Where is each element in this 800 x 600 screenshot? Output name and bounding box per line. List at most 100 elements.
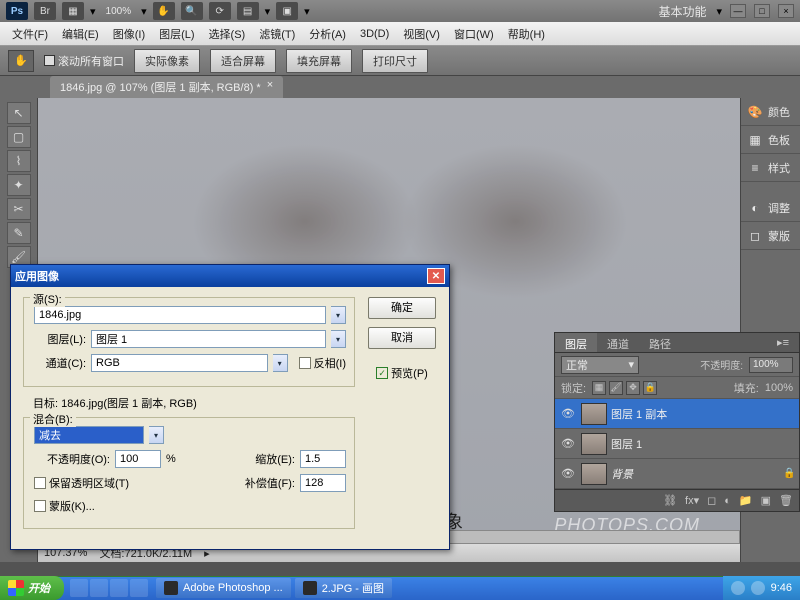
layer-name[interactable]: 图层 1 xyxy=(611,436,642,452)
dropdown-icon[interactable]: ▾ xyxy=(273,354,288,372)
print-size-button[interactable]: 打印尺寸 xyxy=(362,49,428,73)
tray-icon[interactable] xyxy=(731,581,745,595)
invert-checkbox[interactable]: 反相(I) xyxy=(299,355,346,371)
dialog-titlebar[interactable]: 应用图像 ✕ xyxy=(11,265,449,287)
ql-icon[interactable] xyxy=(90,579,108,597)
screenmode-icon[interactable]: ▦ xyxy=(62,2,84,20)
marquee-tool[interactable]: ▢ xyxy=(7,126,31,148)
panel-swatches[interactable]: ▦色板 xyxy=(741,126,800,154)
move-tool[interactable]: ↖ xyxy=(7,102,31,124)
panel-styles[interactable]: ≡样式 xyxy=(741,154,800,182)
ok-button[interactable]: 确定 xyxy=(368,297,436,319)
zoom-level[interactable]: 100% xyxy=(106,6,132,17)
panel-adjustments[interactable]: ◐调整 xyxy=(741,194,800,222)
close-tab-icon[interactable]: × xyxy=(267,79,273,95)
scale-input[interactable]: 1.5 xyxy=(300,450,346,468)
visibility-icon[interactable]: 👁 xyxy=(559,465,577,483)
layer-row[interactable]: 👁 背景 🔒 xyxy=(555,459,799,489)
menu-image[interactable]: 图像(I) xyxy=(107,23,151,45)
dropdown-icon[interactable]: ▾ xyxy=(331,330,346,348)
layer-row[interactable]: 👁 图层 1 副本 xyxy=(555,399,799,429)
mask-checkbox[interactable]: 蒙版(K)... xyxy=(34,498,95,514)
arrange-icon[interactable]: ▤ xyxy=(237,2,259,20)
magic-wand-tool[interactable]: ✦ xyxy=(7,174,31,196)
hand-icon[interactable]: ✋ xyxy=(153,2,175,20)
fit-screen-button[interactable]: 适合屏幕 xyxy=(210,49,276,73)
current-tool-icon[interactable]: ✋ xyxy=(8,50,34,72)
eyedropper-tool[interactable]: ✎ xyxy=(7,222,31,244)
screenlayout-icon[interactable]: ▣ xyxy=(276,2,298,20)
dropdown-icon[interactable]: ▾ xyxy=(331,306,346,324)
tray-icon[interactable] xyxy=(751,581,765,595)
source-select[interactable]: 1846.jpg xyxy=(34,306,326,324)
panel-masks[interactable]: ◻蒙版 xyxy=(741,222,800,250)
clock[interactable]: 9:46 xyxy=(771,582,792,594)
blend-select[interactable]: 减去 xyxy=(34,426,144,444)
taskbar-item-photoshop[interactable]: Adobe Photoshop ... xyxy=(156,578,291,598)
tab-channels[interactable]: 通道 xyxy=(597,333,639,352)
tab-layers[interactable]: 图层 xyxy=(555,333,597,352)
workspace-switcher[interactable]: 基本功能 xyxy=(658,3,706,20)
lock-transparent-icon[interactable]: ▦ xyxy=(592,381,606,395)
panel-menu-icon[interactable]: ▸≡ xyxy=(767,333,799,352)
close-button[interactable]: × xyxy=(778,4,794,18)
rotate-icon[interactable]: ⟳ xyxy=(209,2,231,20)
actual-pixels-button[interactable]: 实际像素 xyxy=(134,49,200,73)
menu-3d[interactable]: 3D(D) xyxy=(354,25,395,43)
menu-filter[interactable]: 滤镜(T) xyxy=(253,23,301,45)
new-layer-icon[interactable]: ▣ xyxy=(761,494,771,507)
menu-view[interactable]: 视图(V) xyxy=(397,23,446,45)
menu-help[interactable]: 帮助(H) xyxy=(502,23,551,45)
visibility-icon[interactable]: 👁 xyxy=(559,435,577,453)
menu-layer[interactable]: 图层(L) xyxy=(153,23,200,45)
layer-thumbnail[interactable] xyxy=(581,433,607,455)
lasso-tool[interactable]: ⌇ xyxy=(7,150,31,172)
dropdown-icon[interactable]: ▾ xyxy=(149,426,164,444)
preview-checkbox[interactable]: ✓ 预览(P) xyxy=(376,365,428,381)
opacity-value[interactable]: 100% xyxy=(749,357,793,373)
channel-select[interactable]: RGB xyxy=(91,354,268,372)
link-layers-icon[interactable]: ⛓ xyxy=(663,494,677,507)
layer-thumbnail[interactable] xyxy=(581,403,607,425)
layer-row[interactable]: 👁 图层 1 xyxy=(555,429,799,459)
blend-mode-select[interactable]: 正常 ▾ xyxy=(561,356,639,374)
panel-color[interactable]: 🎨颜色 xyxy=(741,98,800,126)
lock-all-icon[interactable]: 🔒 xyxy=(643,381,657,395)
fill-value[interactable]: 100% xyxy=(765,382,793,394)
bridge-icon[interactable]: Br xyxy=(34,2,56,20)
crop-tool[interactable]: ✂ xyxy=(7,198,31,220)
delete-layer-icon[interactable]: 🗑 xyxy=(779,494,793,507)
layer-name[interactable]: 背景 xyxy=(611,466,633,482)
scroll-all-checkbox[interactable]: 滚动所有窗口 xyxy=(44,53,124,69)
menu-edit[interactable]: 编辑(E) xyxy=(56,23,105,45)
start-button[interactable]: 开始 xyxy=(0,576,64,600)
layer-name[interactable]: 图层 1 副本 xyxy=(611,406,667,422)
menu-window[interactable]: 窗口(W) xyxy=(448,23,500,45)
taskbar-item-paint[interactable]: 2.JPG - 画图 xyxy=(295,578,392,598)
cancel-button[interactable]: 取消 xyxy=(368,327,436,349)
maximize-button[interactable]: □ xyxy=(754,4,770,18)
zoom-icon[interactable]: 🔍 xyxy=(181,2,203,20)
ql-icon[interactable] xyxy=(110,579,128,597)
offset-input[interactable]: 128 xyxy=(300,474,346,492)
lock-position-icon[interactable]: ✥ xyxy=(626,381,640,395)
layer-thumbnail[interactable] xyxy=(581,463,607,485)
tab-paths[interactable]: 路径 xyxy=(639,333,681,352)
layer-mask-icon[interactable]: ◻ xyxy=(707,494,716,507)
lock-pixels-icon[interactable]: 🖌 xyxy=(609,381,623,395)
dialog-close-button[interactable]: ✕ xyxy=(427,268,445,284)
layer-select[interactable]: 图层 1 xyxy=(91,330,326,348)
preserve-transparency-checkbox[interactable]: 保留透明区域(T) xyxy=(34,475,129,491)
workspace-dropdown-icon[interactable]: ▾ xyxy=(716,5,722,18)
visibility-icon[interactable]: 👁 xyxy=(559,405,577,423)
document-tab[interactable]: 1846.jpg @ 107% (图层 1 副本, RGB/8) * × xyxy=(50,76,283,98)
opacity-input[interactable]: 100 xyxy=(115,450,161,468)
minimize-button[interactable]: — xyxy=(730,4,746,18)
menu-file[interactable]: 文件(F) xyxy=(6,23,54,45)
ql-icon[interactable] xyxy=(130,579,148,597)
ql-icon[interactable] xyxy=(70,579,88,597)
menu-select[interactable]: 选择(S) xyxy=(203,23,252,45)
adjustment-layer-icon[interactable]: ◐ xyxy=(724,495,731,507)
fill-screen-button[interactable]: 填充屏幕 xyxy=(286,49,352,73)
group-icon[interactable]: 📁 xyxy=(739,494,753,507)
